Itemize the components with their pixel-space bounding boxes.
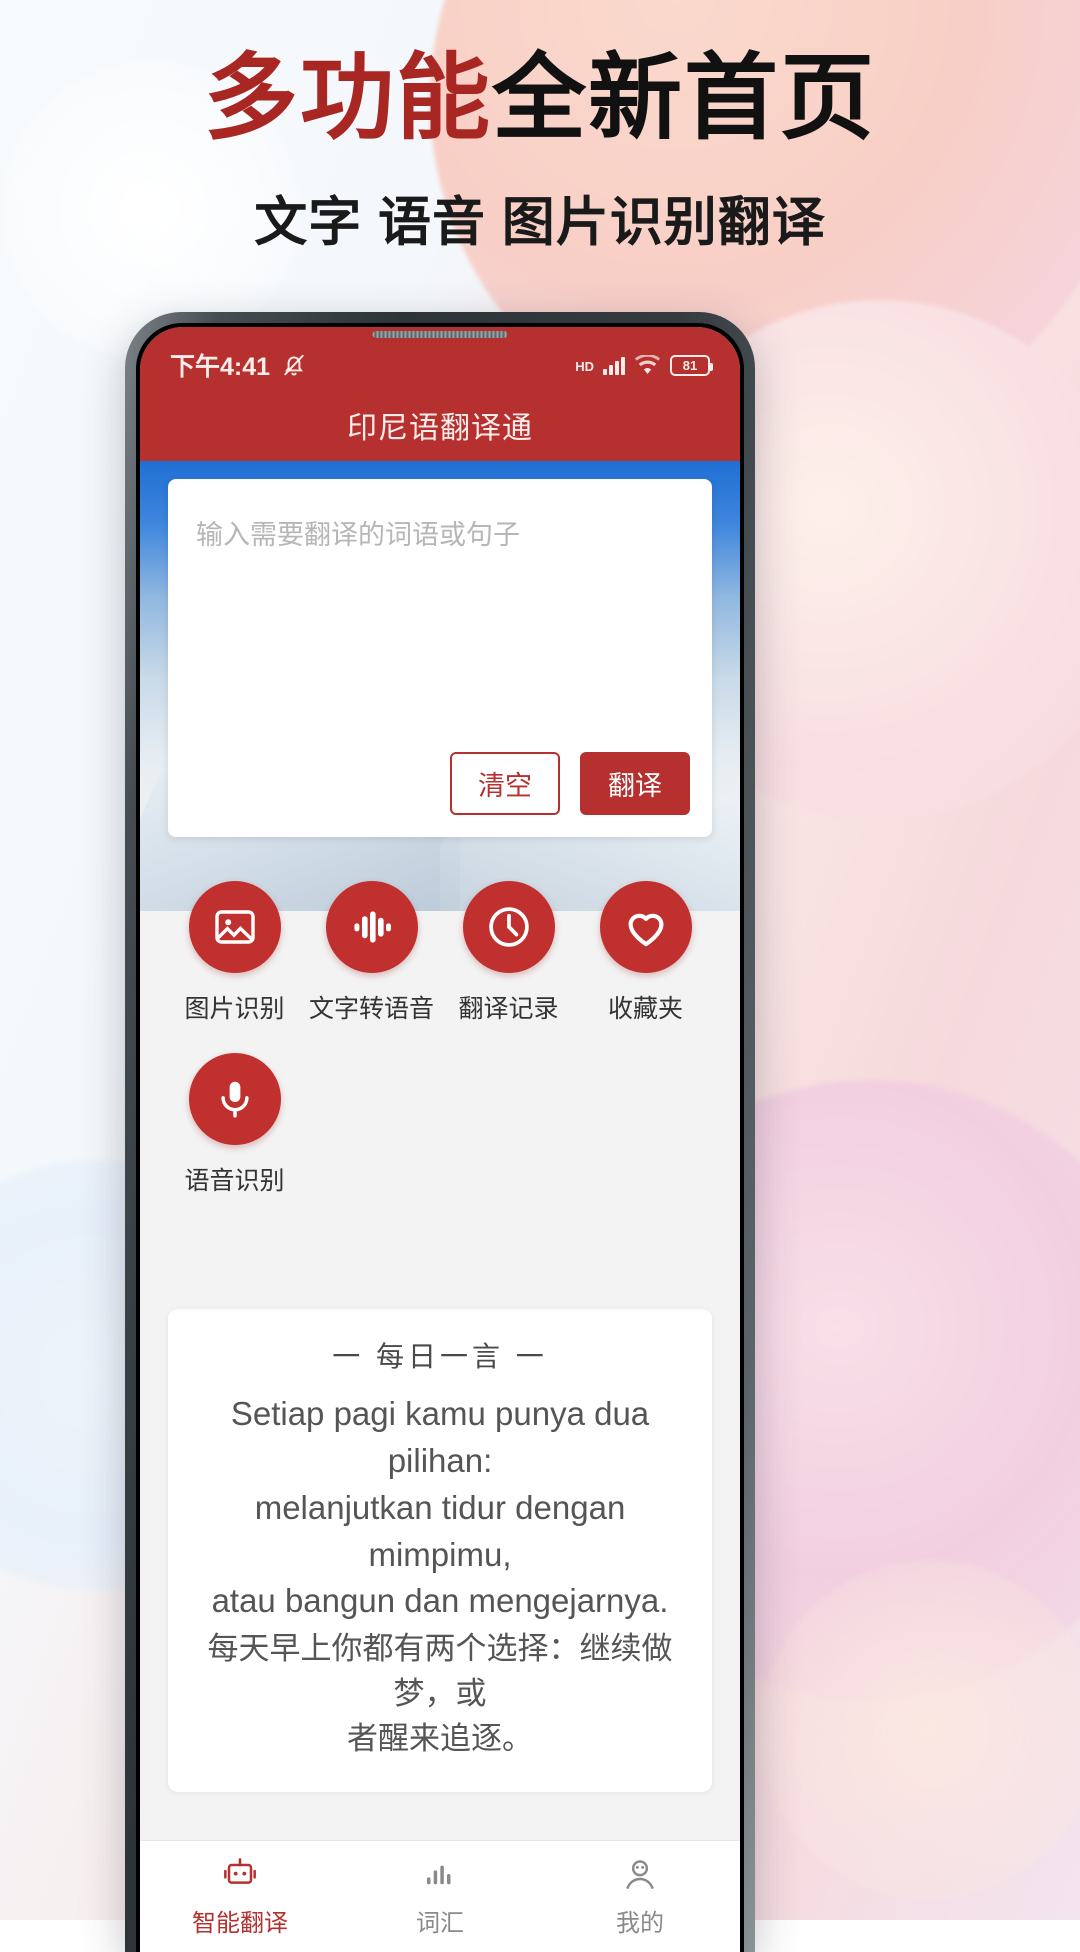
earpiece-speaker-icon: [372, 331, 508, 338]
feature-label: 图片识别: [184, 995, 285, 1023]
promo-header: 多功能全新首页 文字 语音 图片识别翻译: [0, 0, 1080, 256]
waveform-icon: [325, 881, 418, 973]
clear-button[interactable]: 清空: [450, 752, 560, 815]
app-bar: 印尼语翻译通: [140, 389, 740, 461]
clock-icon: [462, 881, 555, 973]
translate-button[interactable]: 翻译: [580, 752, 690, 815]
feature-item-image-recognition[interactable]: 图片识别: [166, 881, 303, 1025]
feature-item-text-to-speech[interactable]: 文字转语音: [303, 881, 440, 1025]
heart-icon: [599, 881, 692, 973]
wifi-icon: [634, 354, 661, 376]
nav-item-vocabulary[interactable]: 词汇: [340, 1855, 540, 1938]
bell-muted-icon: [281, 352, 307, 378]
feature-label: 翻译记录: [458, 995, 559, 1023]
nav-label: 我的: [616, 1910, 664, 1937]
page-title: 多功能全新首页: [0, 0, 1080, 146]
daily-quote-zh-line: 者醒来追逐。: [347, 1721, 533, 1757]
microphone-icon: [188, 1053, 281, 1145]
translate-input-actions: 清空 翻译: [450, 752, 690, 815]
robot-icon: [220, 1855, 260, 1895]
daily-quote-title: 一 每日一言 一: [332, 1341, 548, 1372]
battery-level-label: 81: [682, 357, 698, 373]
phone-screen: 下午4:41 HD 81 印尼语翻译通 输入需要翻译的词语或句子 清空 翻译 图…: [140, 327, 740, 1952]
hd-icon: HD: [575, 359, 594, 374]
person-icon: [620, 1855, 660, 1895]
feature-grid: 图片识别 文字转语音 翻译记录 收藏夹 语音识别: [140, 881, 740, 1225]
nav-label: 词汇: [416, 1910, 464, 1937]
page-title-rest: 全新首页: [492, 47, 877, 151]
signal-bars-icon: [603, 355, 625, 375]
background-blob: [760, 1560, 1080, 1900]
phone-device-frame: 下午4:41 HD 81 印尼语翻译通 输入需要翻译的词语或句子 清空 翻译 图…: [125, 312, 755, 1952]
nav-item-smart-translate[interactable]: 智能翻译: [140, 1855, 340, 1938]
daily-quote-id-line: Setiap pagi kamu punya dua pilihan:: [230, 1395, 650, 1479]
page-subtitle: 文字 语音 图片识别翻译: [254, 193, 826, 252]
daily-quote-id-line: atau bangun dan mengejarnya.: [211, 1582, 669, 1620]
image-icon: [188, 881, 281, 973]
bars-icon: [420, 1855, 460, 1895]
status-bar-right: HD 81: [575, 354, 713, 376]
nav-item-profile[interactable]: 我的: [540, 1855, 740, 1938]
app-bar-title: 印尼语翻译通: [347, 412, 533, 445]
daily-quote-chinese: 每天早上你都有两个选择：继续做梦，或 者醒来追逐。: [190, 1627, 690, 1762]
daily-quote-id-line: melanjutkan tidur dengan mimpimu,: [254, 1488, 626, 1573]
nav-label: 智能翻译: [192, 1910, 288, 1937]
bottom-navigation-bar: 智能翻译 词汇 我的: [140, 1840, 740, 1952]
page-title-highlight: 多功能: [203, 47, 492, 151]
daily-quote-indonesian: Setiap pagi kamu punya dua pilihan: mela…: [190, 1391, 690, 1625]
feature-item-speech-recognition[interactable]: 语音识别: [166, 1053, 303, 1197]
feature-label: 文字转语音: [308, 995, 434, 1023]
feature-item-translate-history[interactable]: 翻译记录: [440, 881, 577, 1025]
battery-icon: 81: [670, 354, 713, 376]
daily-quote-card: 一 每日一言 一 Setiap pagi kamu punya dua pili…: [168, 1309, 712, 1793]
feature-item-favorites[interactable]: 收藏夹: [577, 881, 714, 1025]
phone-bezel: 下午4:41 HD 81 印尼语翻译通 输入需要翻译的词语或句子 清空 翻译 图…: [136, 323, 744, 1952]
feature-label: 语音识别: [184, 1167, 285, 1195]
status-bar-time: 下午4:41: [170, 353, 271, 381]
translate-input-placeholder[interactable]: 输入需要翻译的词语或句子: [196, 517, 684, 555]
app-content: 输入需要翻译的词语或句子 清空 翻译 图片识别 文字转语音 翻译记录 收藏夹 语…: [140, 461, 740, 1952]
translate-input-card[interactable]: 输入需要翻译的词语或句子 清空 翻译: [168, 479, 712, 837]
daily-quote-zh-line: 每天早上你都有两个选择：继续做梦，或: [207, 1631, 673, 1712]
status-bar-left: 下午4:41: [170, 347, 307, 383]
feature-label: 收藏夹: [607, 995, 683, 1023]
